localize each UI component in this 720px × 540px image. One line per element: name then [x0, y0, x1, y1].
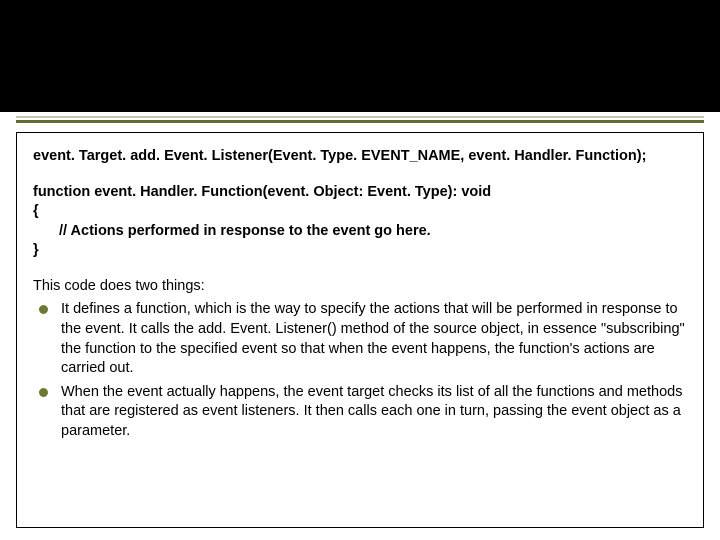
code-line-call: event. Target. add. Event. Listener(Even… [33, 147, 687, 167]
code-line-open-brace: { [33, 202, 687, 222]
code-line-signature: function event. Handler. Function(event.… [33, 183, 687, 203]
header-band [0, 0, 720, 112]
code-line-close-brace: } [33, 241, 687, 261]
content-box: event. Target. add. Event. Listener(Even… [16, 132, 704, 528]
list-item: When the event actually happens, the eve… [33, 383, 687, 442]
bullet-icon [39, 305, 48, 314]
list-item-text: When the event actually happens, the eve… [61, 384, 682, 439]
list-item-text: It defines a function, which is the way … [61, 301, 685, 376]
description-intro: This code does two things: [33, 277, 687, 297]
slide: event. Target. add. Event. Listener(Even… [0, 0, 720, 540]
divider-dark [16, 120, 704, 123]
bullet-icon [39, 388, 48, 397]
code-block: function event. Handler. Function(event.… [33, 183, 687, 261]
divider-light [16, 116, 704, 118]
code-line-comment: // Actions performed in response to the … [33, 222, 687, 242]
description-list: It defines a function, which is the way … [33, 300, 687, 441]
list-item: It defines a function, which is the way … [33, 300, 687, 378]
